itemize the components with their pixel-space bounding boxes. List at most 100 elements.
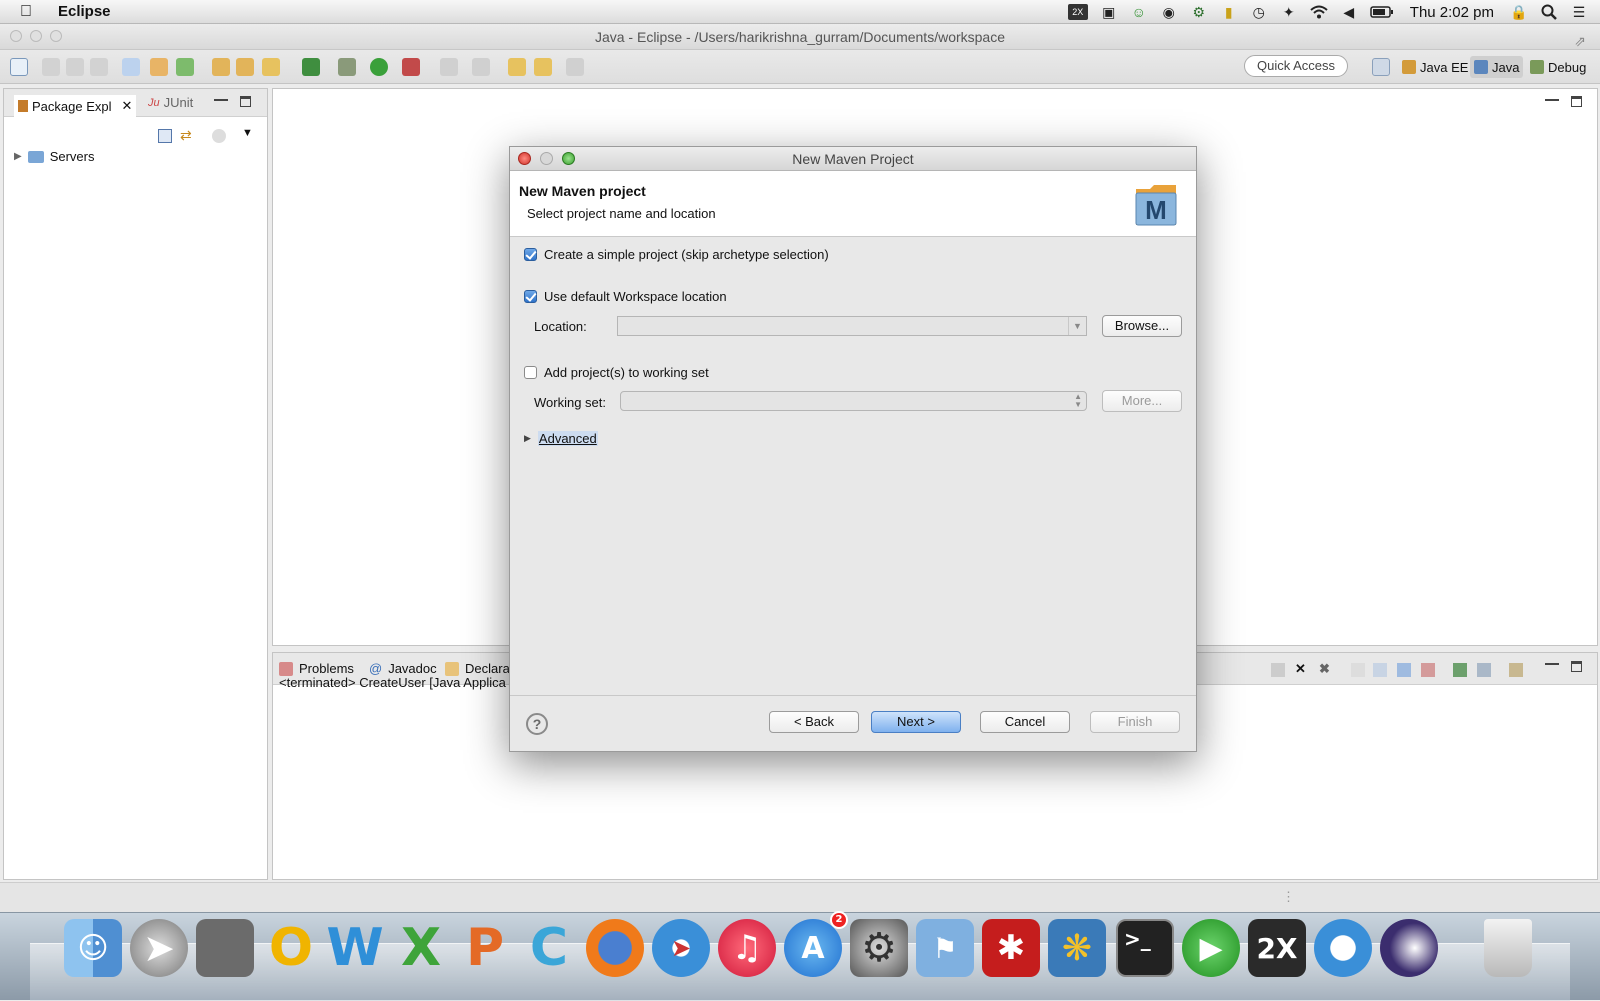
- simple-project-row[interactable]: Create a simple project (skip archetype …: [524, 247, 829, 262]
- open-console-icon[interactable]: [1509, 663, 1523, 677]
- minimize-icon[interactable]: [1545, 95, 1559, 101]
- tab-declaration[interactable]: Declara: [445, 661, 510, 676]
- open-type-icon[interactable]: [212, 58, 230, 76]
- apple-icon[interactable]: : [20, 3, 50, 21]
- back-icon[interactable]: [534, 58, 552, 76]
- acrobat-icon[interactable]: ✱: [982, 919, 1040, 977]
- wifi-icon[interactable]: [1310, 4, 1328, 20]
- minimize-icon[interactable]: [1545, 659, 1559, 665]
- next-button[interactable]: Next >: [871, 711, 961, 733]
- lock-icon[interactable]: 🔒: [1510, 4, 1528, 20]
- new-icon[interactable]: [10, 58, 28, 76]
- close-window-button[interactable]: [10, 30, 22, 42]
- working-set-checkbox[interactable]: [524, 366, 537, 379]
- skip-breakpoints-icon[interactable]: [122, 58, 140, 76]
- volume-icon[interactable]: ◀: [1340, 4, 1358, 20]
- save-all-icon[interactable]: [66, 58, 84, 76]
- trash-icon[interactable]: [1484, 919, 1532, 977]
- clear-console-icon[interactable]: [1351, 663, 1365, 677]
- prev-annotation-icon[interactable]: [472, 58, 490, 76]
- view-menu-icon[interactable]: ▼: [242, 127, 256, 141]
- maximize-icon[interactable]: [1571, 661, 1582, 672]
- perspective-debug[interactable]: Debug: [1526, 56, 1590, 78]
- gear-icon[interactable]: ⚙: [1190, 4, 1208, 20]
- zoom-window-button[interactable]: [50, 30, 62, 42]
- cancel-button[interactable]: Cancel: [980, 711, 1070, 733]
- 2x-icon[interactable]: 2X: [1067, 4, 1088, 20]
- scroll-lock-icon[interactable]: [1373, 663, 1387, 677]
- collapse-all-icon[interactable]: [158, 129, 172, 143]
- clipboard-icon[interactable]: ▣: [1100, 4, 1118, 20]
- system-preferences-icon[interactable]: ⚙: [850, 919, 908, 977]
- smile-icon[interactable]: ☺: [1130, 4, 1148, 20]
- back-button[interactable]: < Back: [769, 711, 859, 733]
- c-app-icon[interactable]: C: [520, 918, 578, 978]
- tab-package-explorer[interactable]: Package Expl ✕: [14, 95, 137, 117]
- bluetooth-icon[interactable]: ✦: [1280, 4, 1298, 20]
- refresh-icon[interactable]: [176, 58, 194, 76]
- help-icon[interactable]: ?: [526, 713, 548, 735]
- advanced-section[interactable]: ▶ Advanced: [524, 431, 598, 446]
- simple-project-checkbox[interactable]: [524, 248, 537, 261]
- network-icon[interactable]: ⚑: [916, 919, 974, 977]
- remove-launch-icon[interactable]: ✕: [1295, 661, 1309, 676]
- close-icon[interactable]: ✕: [122, 98, 133, 114]
- forward-icon[interactable]: [566, 58, 584, 76]
- working-set-check-row[interactable]: Add project(s) to working set: [524, 365, 709, 380]
- 2x-icon[interactable]: 2X: [1248, 919, 1306, 977]
- menubar-clock[interactable]: Thu 2:02 pm: [1410, 4, 1494, 21]
- next-annotation-icon[interactable]: [440, 58, 458, 76]
- messages-icon[interactable]: [1314, 919, 1372, 977]
- dialog-zoom-button[interactable]: [562, 152, 575, 165]
- minimize-icon[interactable]: [214, 95, 228, 101]
- firefox-icon[interactable]: [586, 919, 644, 977]
- location-combo[interactable]: ▼: [617, 316, 1087, 336]
- default-workspace-row[interactable]: Use default Workspace location: [524, 289, 727, 304]
- working-set-select[interactable]: ▲ ▼: [620, 391, 1087, 411]
- finish-button[interactable]: Finish: [1090, 711, 1180, 733]
- list-icon[interactable]: ☰: [1570, 4, 1588, 20]
- dialog-minimize-button[interactable]: [540, 152, 553, 165]
- expand-arrow-icon[interactable]: ▶: [524, 433, 531, 444]
- tab-javadoc[interactable]: @ Javadoc: [369, 661, 437, 676]
- powerpoint-icon[interactable]: P: [456, 918, 514, 978]
- battery-icon[interactable]: [1370, 4, 1394, 20]
- photo-browser-icon[interactable]: [196, 919, 254, 977]
- perspective-java[interactable]: Java: [1470, 56, 1524, 78]
- new-java-project-icon[interactable]: [150, 58, 168, 76]
- more-button[interactable]: More...: [1102, 390, 1182, 412]
- open-folder-icon[interactable]: [236, 58, 254, 76]
- dialog-close-button[interactable]: [518, 152, 531, 165]
- display-console-icon[interactable]: [1477, 663, 1491, 677]
- minimize-window-button[interactable]: [30, 30, 42, 42]
- openoffice-icon[interactable]: O: [262, 918, 320, 978]
- default-workspace-checkbox[interactable]: [524, 290, 537, 303]
- open-perspective-icon[interactable]: [1372, 58, 1390, 76]
- app-store-icon[interactable]: A 2: [784, 911, 848, 977]
- search-tool-icon[interactable]: [262, 58, 280, 76]
- debug-icon[interactable]: [338, 58, 356, 76]
- terminal-icon[interactable]: >_: [1116, 919, 1174, 977]
- app-menu-name[interactable]: Eclipse: [58, 3, 111, 20]
- tree-item-servers[interactable]: ▶ Servers: [14, 149, 95, 164]
- save-icon[interactable]: [42, 58, 60, 76]
- tab-junit[interactable]: Ju JUnit: [148, 95, 193, 110]
- maximize-icon[interactable]: [240, 96, 251, 107]
- search-icon[interactable]: [1540, 4, 1558, 20]
- remove-all-icon[interactable]: ✖: [1319, 661, 1333, 676]
- maximize-icon[interactable]: [1571, 96, 1582, 107]
- show-on-output-icon[interactable]: [1397, 663, 1411, 677]
- link-with-editor-icon[interactable]: ⇄: [180, 127, 194, 143]
- finder-icon[interactable]: ☺: [64, 919, 122, 977]
- word-icon[interactable]: W: [326, 918, 384, 978]
- print-icon[interactable]: [90, 58, 108, 76]
- filter-icon[interactable]: [212, 129, 226, 143]
- play-icon[interactable]: ▶: [1182, 919, 1240, 977]
- show-on-error-icon[interactable]: [1421, 663, 1435, 677]
- terminate-icon[interactable]: [1271, 663, 1285, 677]
- dropdown-arrow-icon[interactable]: ▼: [1068, 317, 1086, 335]
- expand-arrow-icon[interactable]: ▶: [14, 151, 22, 162]
- circle-icon[interactable]: ◉: [1160, 4, 1178, 20]
- perspective-java-ee[interactable]: Java EE: [1398, 56, 1472, 78]
- pin-console-icon[interactable]: [1453, 663, 1467, 677]
